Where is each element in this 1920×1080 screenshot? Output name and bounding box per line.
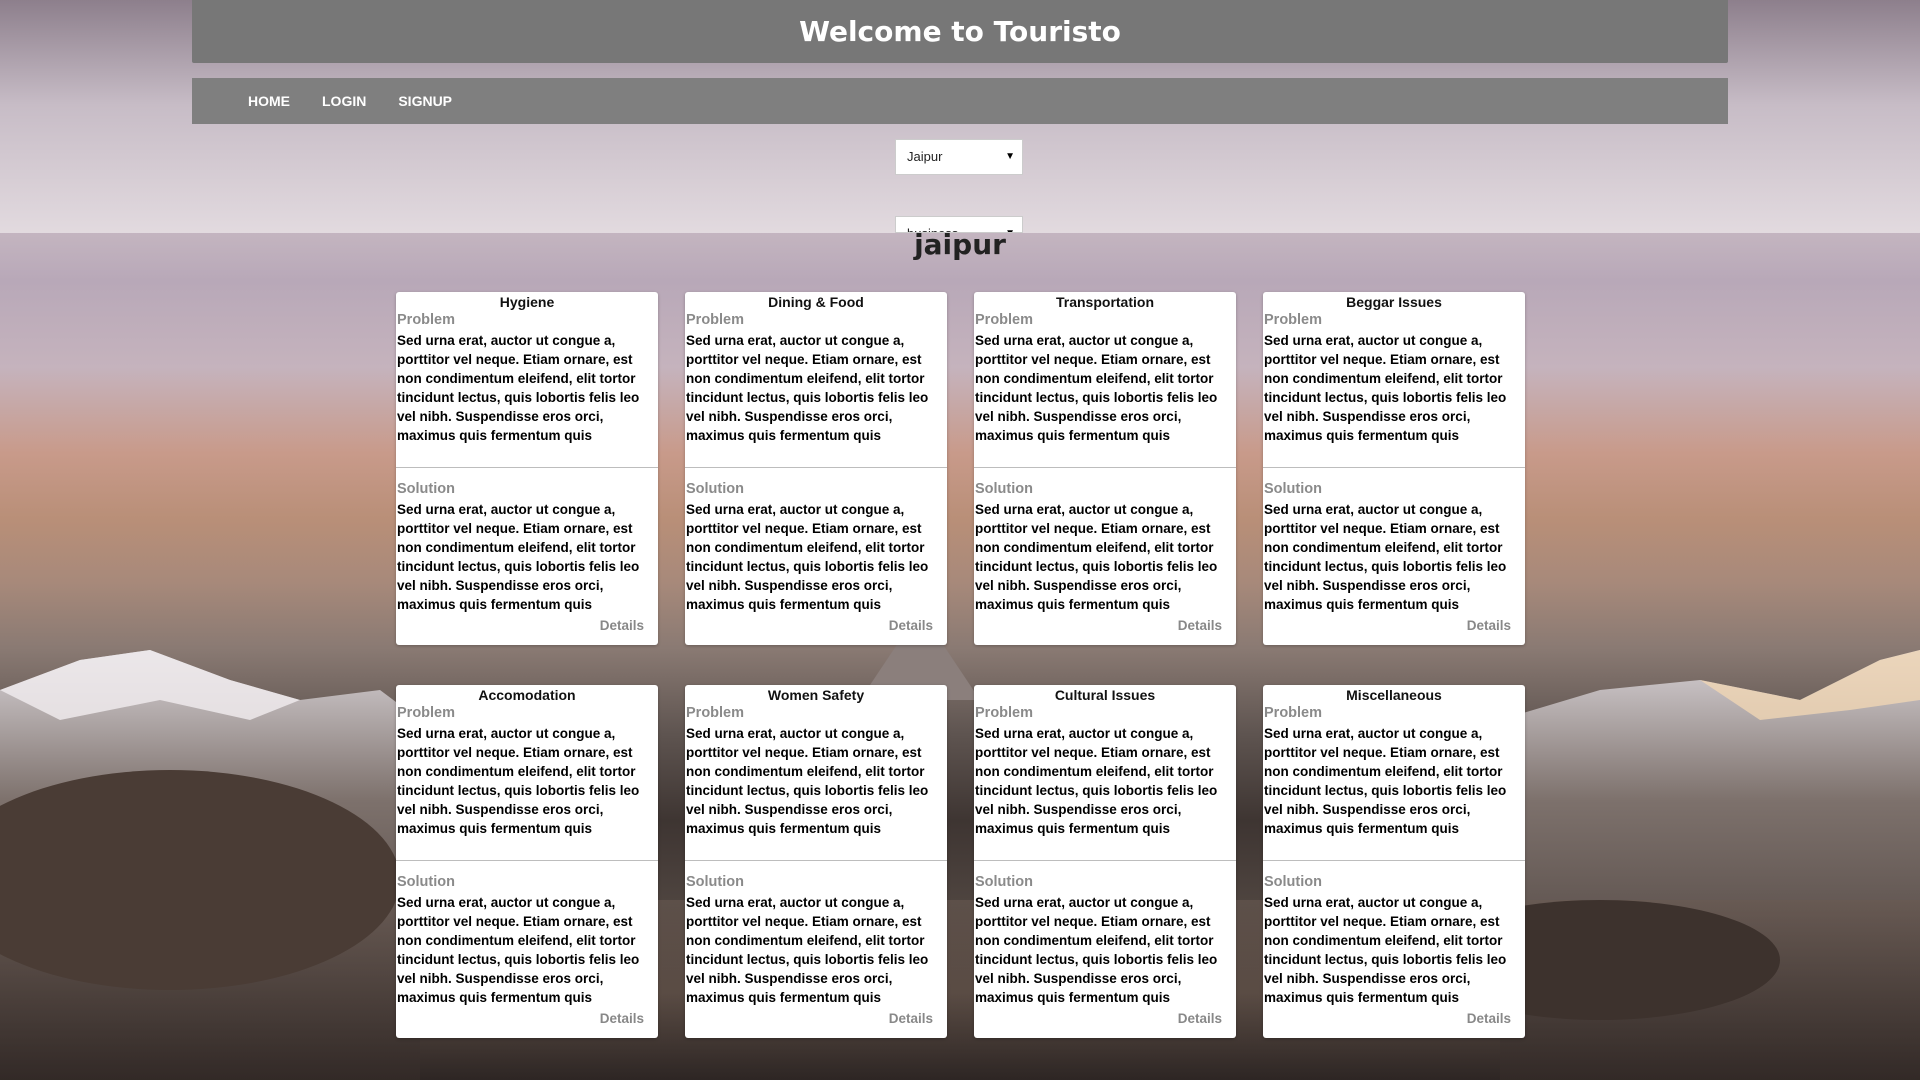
problem-text: Sed urna erat, auctor ut congue a, portt… xyxy=(975,726,1218,836)
solution-text: Sed urna erat, auctor ut congue a, portt… xyxy=(686,502,929,612)
issue-card: Hygiene Problem Sed urna erat, auctor ut… xyxy=(396,292,658,645)
card-divider xyxy=(974,467,1236,468)
card-divider xyxy=(685,467,947,468)
issue-card: Transportation Problem Sed urna erat, au… xyxy=(974,292,1236,645)
details-link[interactable]: Details xyxy=(600,618,644,633)
nav-bar: HOME LOGIN SIGNUP xyxy=(192,78,1728,124)
card-title: Dining & Food xyxy=(768,294,864,310)
details-link[interactable]: Details xyxy=(1467,618,1511,633)
details-link[interactable]: Details xyxy=(889,1011,933,1026)
problem-text: Sed urna erat, auctor ut congue a, portt… xyxy=(975,333,1218,443)
solution-text: Sed urna erat, auctor ut congue a, portt… xyxy=(1264,895,1507,1005)
card-divider xyxy=(685,860,947,861)
solution-label: Solution xyxy=(397,481,455,497)
page-header: Welcome to Touristo xyxy=(192,0,1728,63)
solution-label: Solution xyxy=(686,481,744,497)
card-title: Transportation xyxy=(1055,294,1154,310)
problem-text: Sed urna erat, auctor ut congue a, portt… xyxy=(397,333,640,443)
problem-label: Problem xyxy=(397,705,456,721)
city-select[interactable]: Jaipur ▼ xyxy=(895,139,1023,175)
problem-text: Sed urna erat, auctor ut congue a, portt… xyxy=(686,333,929,443)
city-select-value: Jaipur xyxy=(907,149,943,164)
solution-label: Solution xyxy=(975,874,1033,890)
problem-label: Problem xyxy=(975,705,1034,721)
city-heading: jaipur xyxy=(914,228,1006,261)
card-divider xyxy=(1263,467,1525,468)
solution-label: Solution xyxy=(975,481,1033,497)
issue-card: Cultural Issues Problem Sed urna erat, a… xyxy=(974,685,1236,1038)
issue-card: Women Safety Problem Sed urna erat, auct… xyxy=(685,685,947,1038)
problem-label: Problem xyxy=(686,705,745,721)
issue-card: Miscellaneous Problem Sed urna erat, auc… xyxy=(1263,685,1525,1038)
card-divider xyxy=(1263,860,1525,861)
solution-text: Sed urna erat, auctor ut congue a, portt… xyxy=(397,502,640,612)
card-title: Miscellaneous xyxy=(1346,687,1442,703)
problem-text: Sed urna erat, auctor ut congue a, portt… xyxy=(1264,726,1507,836)
details-link[interactable]: Details xyxy=(600,1011,644,1026)
problem-label: Problem xyxy=(1264,312,1323,328)
issue-card: Accomodation Problem Sed urna erat, auct… xyxy=(396,685,658,1038)
site-title: Welcome to Touristo xyxy=(799,15,1121,48)
solution-text: Sed urna erat, auctor ut congue a, portt… xyxy=(1264,502,1507,612)
card-title: Beggar Issues xyxy=(1346,294,1442,310)
card-title: Cultural Issues xyxy=(1054,687,1156,703)
solution-text: Sed urna erat, auctor ut congue a, portt… xyxy=(975,502,1218,612)
problem-label: Problem xyxy=(975,312,1034,328)
solution-text: Sed urna erat, auctor ut congue a, portt… xyxy=(975,895,1218,1005)
solution-text: Sed urna erat, auctor ut congue a, portt… xyxy=(686,895,929,1005)
details-link[interactable]: Details xyxy=(1467,1011,1511,1026)
chevron-down-icon: ▼ xyxy=(1005,151,1015,162)
issue-card: Beggar Issues Problem Sed urna erat, auc… xyxy=(1263,292,1525,645)
problem-label: Problem xyxy=(686,312,745,328)
card-title: Hygiene xyxy=(499,294,555,310)
solution-label: Solution xyxy=(686,874,744,890)
card-divider xyxy=(396,860,658,861)
details-link[interactable]: Details xyxy=(889,618,933,633)
card-divider xyxy=(974,860,1236,861)
solution-label: Solution xyxy=(397,874,455,890)
details-link[interactable]: Details xyxy=(1178,618,1222,633)
issue-card: Dining & Food Problem Sed urna erat, auc… xyxy=(685,292,947,645)
problem-text: Sed urna erat, auctor ut congue a, portt… xyxy=(397,726,640,836)
card-divider xyxy=(396,467,658,468)
solution-label: Solution xyxy=(1264,481,1322,497)
card-title: Accomodation xyxy=(478,687,576,703)
nav-signup-link[interactable]: SIGNUP xyxy=(398,93,452,109)
nav-login-link[interactable]: LOGIN xyxy=(322,93,366,109)
solution-text: Sed urna erat, auctor ut congue a, portt… xyxy=(397,895,640,1005)
card-title: Women Safety xyxy=(767,687,865,703)
nav-home-link[interactable]: HOME xyxy=(248,93,290,109)
problem-text: Sed urna erat, auctor ut congue a, portt… xyxy=(1264,333,1507,443)
problem-label: Problem xyxy=(1264,705,1323,721)
problem-label: Problem xyxy=(397,312,456,328)
solution-label: Solution xyxy=(1264,874,1322,890)
problem-text: Sed urna erat, auctor ut congue a, portt… xyxy=(686,726,929,836)
details-link[interactable]: Details xyxy=(1178,1011,1222,1026)
